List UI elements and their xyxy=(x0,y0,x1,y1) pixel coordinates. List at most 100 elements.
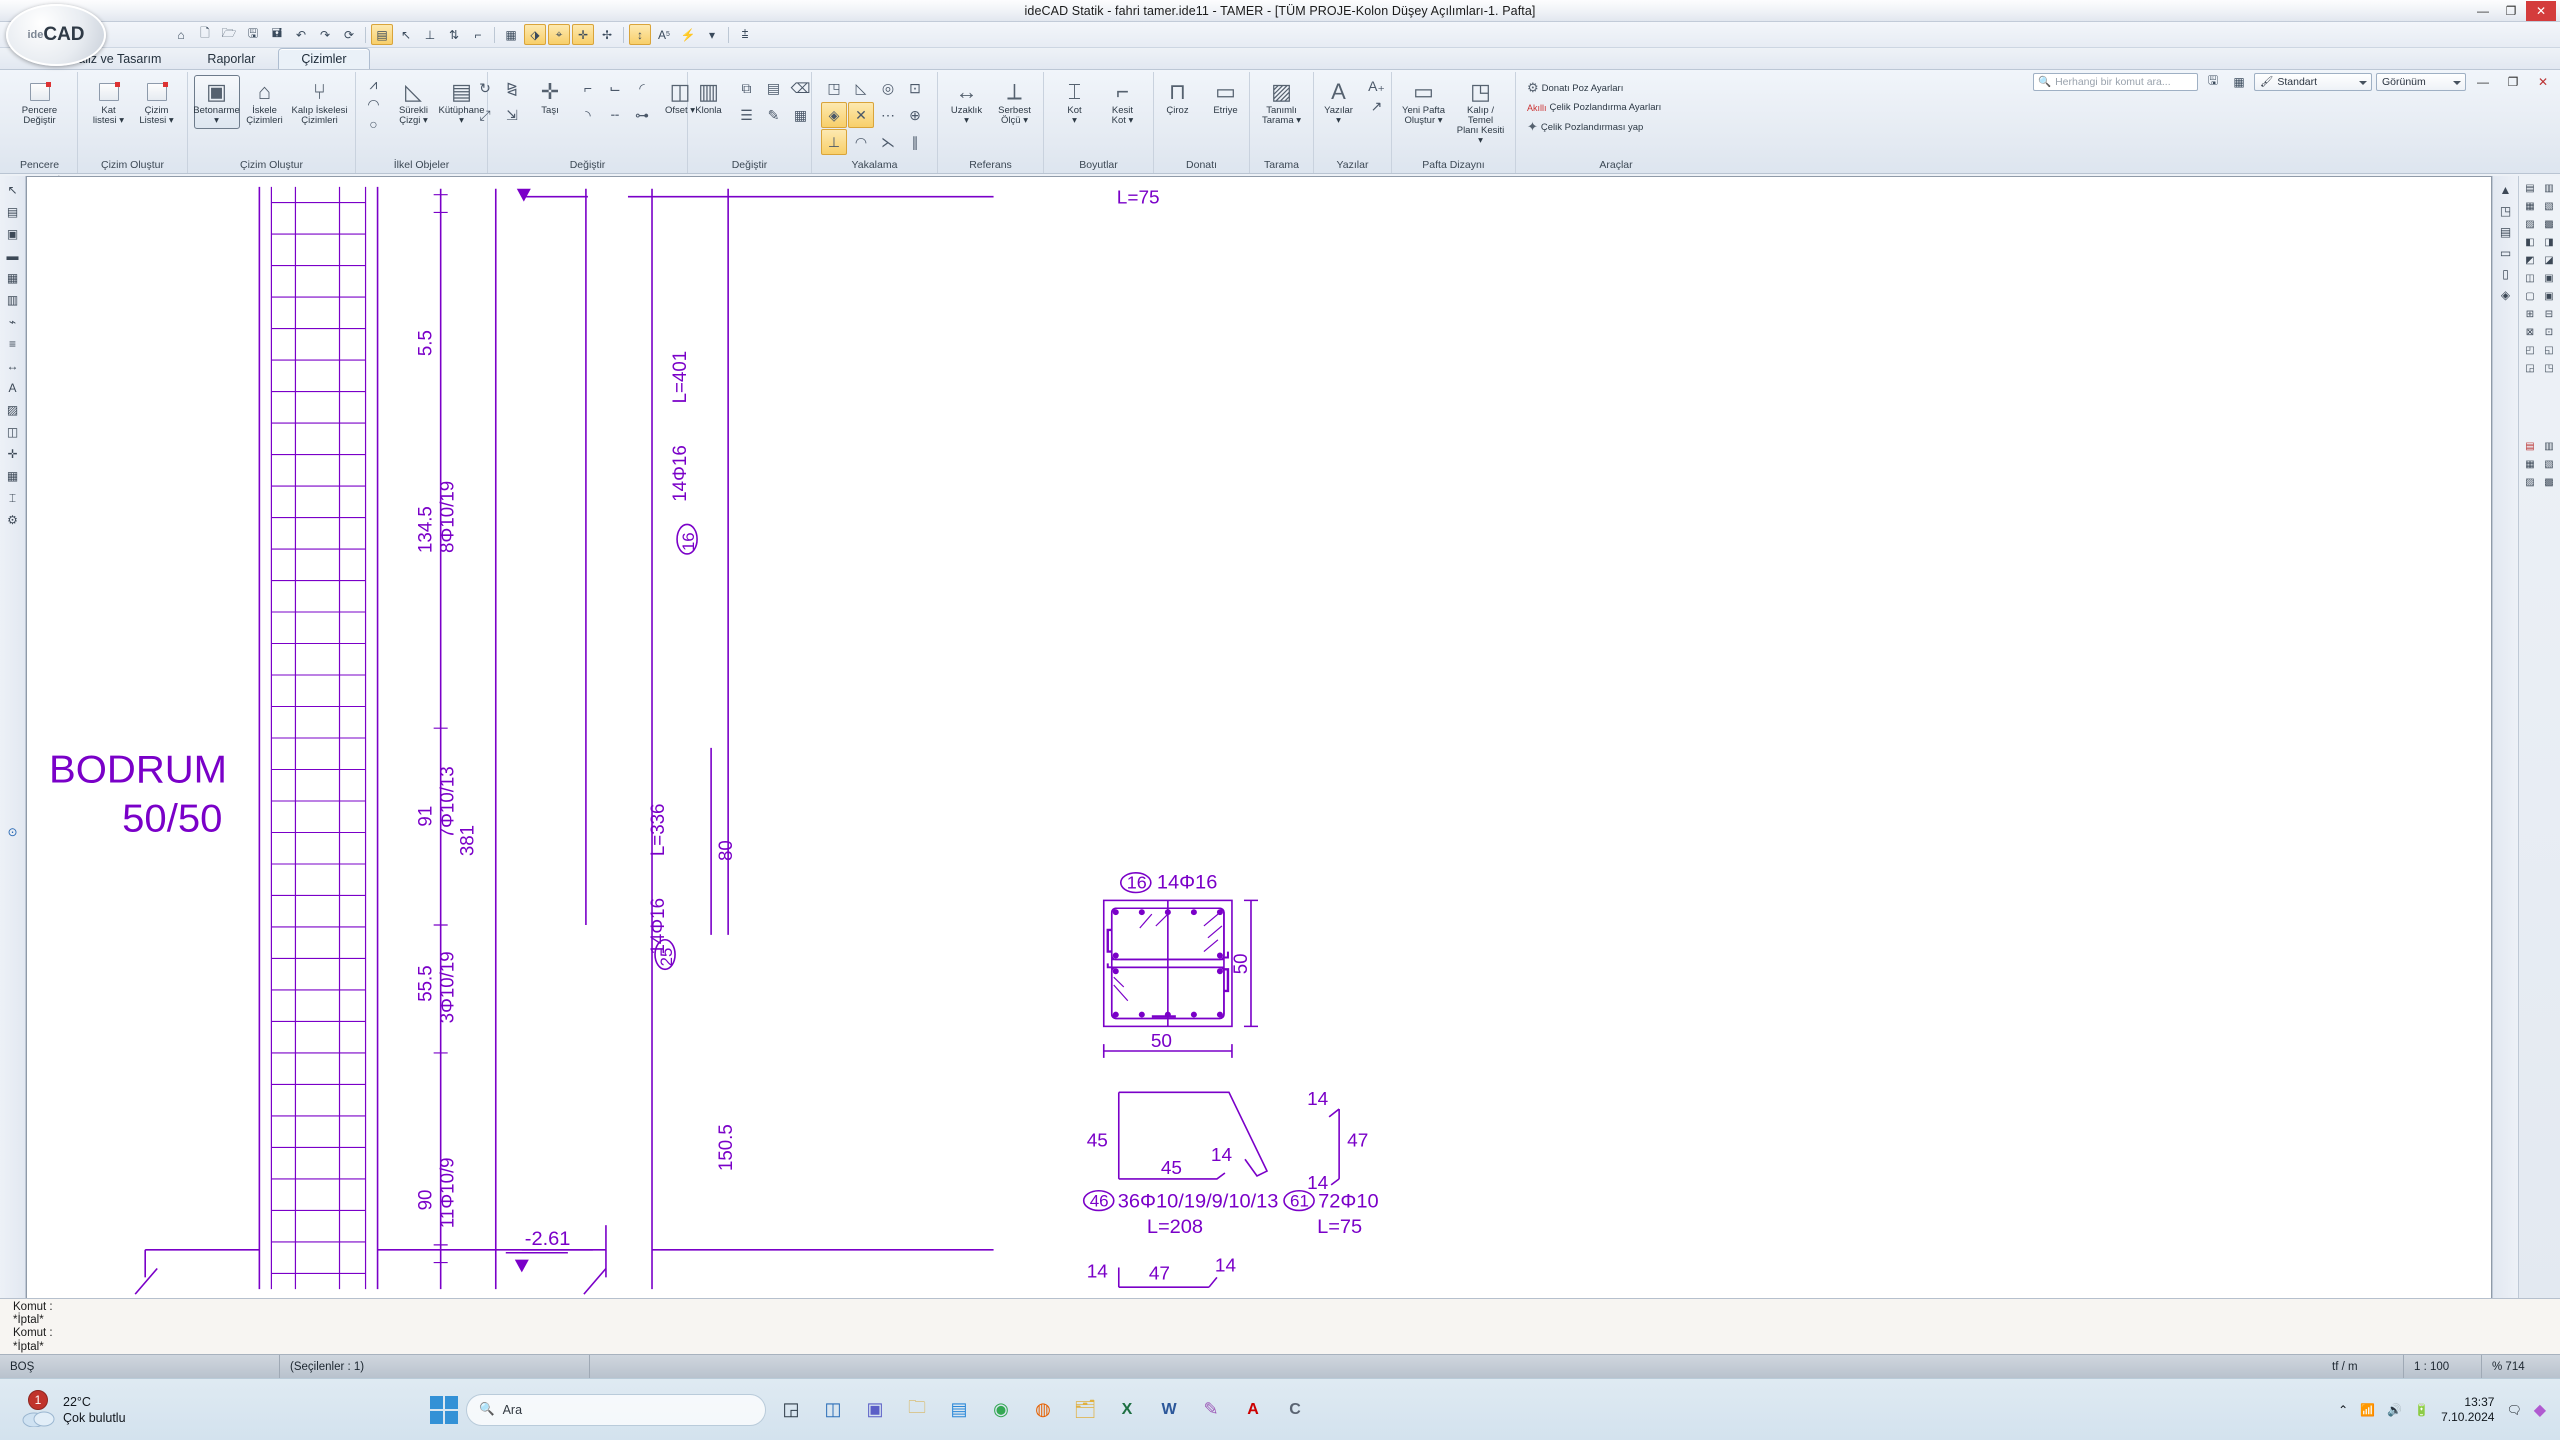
view-3d-icon[interactable]: ◳ xyxy=(2495,201,2516,221)
home-icon[interactable]: ⌂ xyxy=(170,24,192,45)
panel-icon-1[interactable]: ▤ xyxy=(2521,180,2539,197)
dimension-toggle-icon[interactable]: ↕ xyxy=(629,24,651,45)
tool-text-icon[interactable]: A xyxy=(2,378,23,398)
snap-perpendicular-icon[interactable]: ⊥ xyxy=(821,129,847,155)
widgets-icon[interactable]: ◫ xyxy=(816,1393,850,1427)
kat-listesi-button[interactable]: Kat listesi ▾ xyxy=(86,75,132,129)
tool-wall-icon[interactable]: ▤ xyxy=(2,202,23,222)
panel-icon-7[interactable]: ◧ xyxy=(2521,234,2539,251)
excel-icon[interactable]: X xyxy=(1110,1393,1144,1427)
panel-icon-4[interactable]: ▧ xyxy=(2540,198,2558,215)
doc-minimize-button[interactable]: — xyxy=(2470,72,2496,92)
save-icon[interactable]: 🖫 xyxy=(242,24,264,45)
panel-icon-19[interactable]: ◰ xyxy=(2521,342,2539,359)
align-bottom-icon[interactable]: ⊥ xyxy=(419,24,441,45)
view-combo[interactable]: Görünüm xyxy=(2376,72,2466,91)
status-units[interactable]: tf / m xyxy=(2322,1355,2404,1378)
tool-help-icon[interactable]: ⊙ xyxy=(2,822,23,842)
start-button-icon[interactable] xyxy=(430,1395,458,1424)
lightning-icon[interactable]: ⚡ xyxy=(677,24,699,45)
join-icon[interactable]: ⊶ xyxy=(629,102,655,128)
tool-foundation-icon[interactable]: ▥ xyxy=(2,290,23,310)
tool-beam-icon[interactable]: ▬ xyxy=(2,246,23,266)
ortho-snap-icon[interactable]: ✛ xyxy=(572,24,594,45)
snap-nearest-icon[interactable]: ⋋ xyxy=(875,129,901,155)
status-zoom[interactable]: % 714 xyxy=(2482,1355,2560,1378)
store-icon[interactable]: ▤ xyxy=(942,1393,976,1427)
tool-grid-icon[interactable]: ▦ xyxy=(2,466,23,486)
new-file-icon[interactable]: 🗋 xyxy=(194,24,216,45)
panel-icon-11[interactable]: ◫ xyxy=(2521,270,2539,287)
panel-icon-3[interactable]: ▦ xyxy=(2521,198,2539,215)
grid-icon[interactable]: ▦ xyxy=(500,24,522,45)
tool-select-icon[interactable]: ↖ xyxy=(2,180,23,200)
kesit-kot-button[interactable]: ⌐ Kesit Kot ▾ xyxy=(1100,75,1146,129)
chamfer-icon[interactable]: ◝ xyxy=(575,102,601,128)
klonla-button[interactable]: ▥ Klonla xyxy=(686,75,732,119)
snap-extension-icon[interactable]: ⋯ xyxy=(875,102,901,128)
delete-icon[interactable]: ⌫ xyxy=(788,75,814,101)
extend-icon[interactable]: ⌙ xyxy=(602,75,628,101)
panel-icon-13[interactable]: ▢ xyxy=(2521,288,2539,305)
firefox-icon[interactable]: ◍ xyxy=(1026,1393,1060,1427)
tool-axis-icon[interactable]: ✛ xyxy=(2,444,23,464)
snap-node-icon[interactable]: ⊡ xyxy=(902,75,928,101)
panel-icon-17[interactable]: ⊠ xyxy=(2521,324,2539,341)
view-front-icon[interactable]: ▭ xyxy=(2495,243,2516,263)
donati-poz-ayarlari-item[interactable]: ⚙ Donatı Poz Ayarları xyxy=(1523,78,1627,98)
paint-icon[interactable]: ✎ xyxy=(1194,1393,1228,1427)
volume-icon[interactable]: 🔊 xyxy=(2387,1403,2402,1417)
text-size-icon[interactable]: A5 xyxy=(653,24,675,45)
kalip-iskelesi-cizimleri-button[interactable]: ⑂ Kalıp İskelesi Çizimleri xyxy=(290,75,350,129)
taskbar-search-input[interactable]: 🔍 Ara xyxy=(466,1393,766,1426)
view-plan-icon[interactable]: ▤ xyxy=(2495,222,2516,242)
teams-icon[interactable]: ▣ xyxy=(858,1393,892,1427)
idecad-logo[interactable]: ide CAD xyxy=(6,4,106,66)
tool-stair-icon[interactable]: ⌁ xyxy=(2,312,23,332)
snap-midpoint-icon[interactable]: ◺ xyxy=(848,75,874,101)
doc-restore-button[interactable]: ❐ xyxy=(2500,72,2526,92)
stretch-icon[interactable]: ⇲ xyxy=(499,102,525,128)
panel-icon-18[interactable]: ⊡ xyxy=(2540,324,2558,341)
command-line[interactable]: Komut : *İptal* Komut : *İptal* Komut : xyxy=(0,1298,2560,1354)
notifications-icon[interactable]: 🗨 xyxy=(2506,1403,2521,1417)
panel-icon-10[interactable]: ◪ xyxy=(2540,252,2558,269)
overflow-icon[interactable]: ⩲ xyxy=(734,24,756,45)
view-iso-icon[interactable]: ◈ xyxy=(2495,285,2516,305)
properties-icon[interactable]: ☰ xyxy=(734,102,760,128)
trim-icon[interactable]: ⌐ xyxy=(575,75,601,101)
tool-dimension-icon[interactable]: ↔ xyxy=(2,356,23,376)
save-all-icon[interactable]: 🖬 xyxy=(266,24,288,45)
pencere-degistir-button[interactable]: Pencere Değiştir xyxy=(17,75,63,129)
panel-icon-9[interactable]: ◩ xyxy=(2521,252,2539,269)
acrobat-icon[interactable]: A xyxy=(1236,1393,1270,1427)
snap-endpoint-icon[interactable]: ◳ xyxy=(821,75,847,101)
redo-icon[interactable]: ↷ xyxy=(314,24,336,45)
cizim-listesi-button[interactable]: Çizim Listesi ▾ xyxy=(134,75,180,129)
iskele-cizimleri-button[interactable]: ⌂ İskele Çizimleri xyxy=(242,75,288,129)
task-view-icon[interactable]: ◲ xyxy=(774,1393,808,1427)
tab-cizimler[interactable]: Çizimler xyxy=(278,48,370,69)
mirror-icon[interactable]: ⧎ xyxy=(499,75,525,101)
group-icon[interactable]: ▦ xyxy=(788,102,814,128)
tool-level-icon[interactable]: ⌶ xyxy=(2,488,23,508)
explorer-icon[interactable]: 🗀 xyxy=(900,1393,934,1427)
polyline-icon[interactable]: ⩘ xyxy=(359,75,389,94)
surekli-cizgi-button[interactable]: ◺ Sürekli Çizgi ▾ xyxy=(391,75,437,129)
kalip-temel-plani-kesiti-button[interactable]: ◳ Kalıp / Temel Planı Kesiti ▾ xyxy=(1452,75,1510,149)
betonarme-button[interactable]: ▣ Betonarme ▾ xyxy=(193,75,240,129)
fillet-icon[interactable]: ◜ xyxy=(629,75,655,101)
tool-slab-icon[interactable]: ▦ xyxy=(2,268,23,288)
minimize-button[interactable]: — xyxy=(2470,1,2496,21)
chevron-up-icon[interactable]: ⌃ xyxy=(2338,1403,2348,1417)
undo-icon[interactable]: ↶ xyxy=(290,24,312,45)
panel-icon-20[interactable]: ◱ xyxy=(2540,342,2558,359)
doc-close-button[interactable]: ✕ xyxy=(2530,72,2556,92)
match-prop-icon[interactable]: ✎ xyxy=(761,102,787,128)
tool-settings-icon[interactable]: ⚙ xyxy=(2,510,23,530)
panel-icon-28[interactable]: ▩ xyxy=(2540,474,2558,491)
panel-icon-14[interactable]: ▣ xyxy=(2540,288,2558,305)
idecad-taskbar-icon[interactable]: C xyxy=(1278,1393,1312,1427)
kot-button[interactable]: ⌶ Kot ▾ xyxy=(1052,75,1098,129)
chevron-down-icon[interactable]: ▾ xyxy=(701,24,723,45)
